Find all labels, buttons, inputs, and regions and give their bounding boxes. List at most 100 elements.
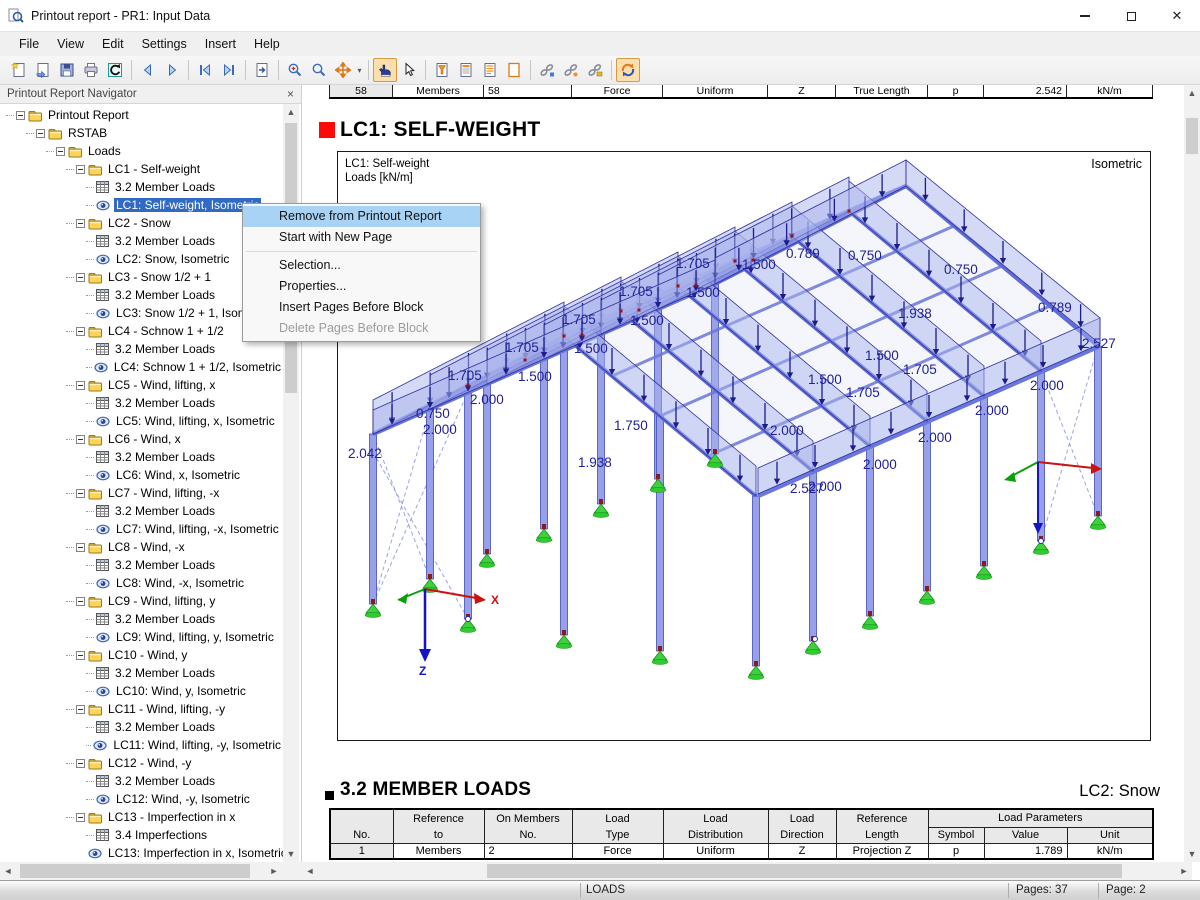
new-report-button[interactable] bbox=[7, 58, 31, 82]
tree-item-folder[interactable]: LC8 - Wind, -x bbox=[0, 538, 283, 556]
last-page-button[interactable] bbox=[217, 58, 241, 82]
link-lock-button[interactable] bbox=[583, 58, 607, 82]
tree-expander-collapse-icon[interactable] bbox=[36, 128, 45, 138]
menu-insert[interactable]: Insert bbox=[196, 34, 245, 54]
tree-item-folder[interactable]: Printout Report bbox=[0, 106, 283, 124]
menu-file[interactable]: File bbox=[10, 34, 48, 54]
tree-item-folder[interactable]: LC11 - Wind, lifting, -y bbox=[0, 700, 283, 718]
tree-item-table[interactable]: 3.2 Member Loads bbox=[0, 232, 283, 250]
tree-expander-collapse-icon[interactable] bbox=[76, 542, 85, 552]
tree-item-view[interactable]: LC2: Snow, Isometric bbox=[0, 250, 283, 268]
report-hscroll-thumb[interactable] bbox=[487, 864, 1122, 878]
menu-settings[interactable]: Settings bbox=[133, 34, 196, 54]
tree-item-folder[interactable]: LC1 - Self-weight bbox=[0, 160, 283, 178]
tree-expander-collapse-icon[interactable] bbox=[76, 812, 85, 822]
menu-view[interactable]: View bbox=[48, 34, 93, 54]
tree-item-folder[interactable]: RSTAB bbox=[0, 124, 283, 142]
select-arrow-button[interactable] bbox=[397, 58, 421, 82]
minimize-button[interactable] bbox=[1062, 0, 1108, 32]
tree-expander-collapse-icon[interactable] bbox=[76, 326, 85, 336]
tree-item-table[interactable]: 3.2 Member Loads bbox=[0, 556, 283, 574]
tree-scroll-left-icon[interactable]: ◄ bbox=[0, 862, 16, 880]
goto-page-button[interactable] bbox=[250, 58, 274, 82]
tree-item-table[interactable]: 3.2 Member Loads bbox=[0, 394, 283, 412]
menu-edit[interactable]: Edit bbox=[93, 34, 133, 54]
tree-scroll-right-icon[interactable]: ► bbox=[266, 862, 282, 880]
tree-item-folder[interactable]: LC6 - Wind, x bbox=[0, 430, 283, 448]
tree-item-table[interactable]: 3.2 Member Loads bbox=[0, 664, 283, 682]
report-scroll-up-icon[interactable]: ▲ bbox=[1184, 85, 1200, 101]
tree-item-folder[interactable]: LC4 - Schnow 1 + 1/2 bbox=[0, 322, 283, 340]
maximize-button[interactable] bbox=[1108, 0, 1154, 32]
tree-item-view[interactable]: LC11: Wind, lifting, -y, Isometric bbox=[0, 736, 283, 754]
tree-expander-collapse-icon[interactable] bbox=[76, 164, 85, 174]
tree-item-view[interactable]: LC13: Imperfection in x, Isometric bbox=[0, 844, 283, 862]
tree-item-table[interactable]: 3.2 Member Loads bbox=[0, 772, 283, 790]
pan-mode-dropdown-icon[interactable]: ▾ bbox=[355, 58, 364, 82]
sync-report-button[interactable] bbox=[616, 58, 640, 82]
tree-item-view[interactable]: LC1: Self-weight, Isometric bbox=[0, 196, 283, 214]
tree-item-folder[interactable]: LC7 - Wind, lifting, -x bbox=[0, 484, 283, 502]
hand-tool-button[interactable] bbox=[373, 58, 397, 82]
tree-item-view[interactable]: LC12: Wind, -y, Isometric bbox=[0, 790, 283, 808]
first-page-button[interactable] bbox=[193, 58, 217, 82]
open-report-button[interactable] bbox=[31, 58, 55, 82]
context-menu-item-start-with-new-page[interactable]: Start with New Page bbox=[243, 227, 480, 248]
report-vertical-scrollbar[interactable] bbox=[1184, 85, 1200, 862]
tree-expander-collapse-icon[interactable] bbox=[76, 380, 85, 390]
tree-expander-collapse-icon[interactable] bbox=[76, 272, 85, 282]
tree-item-folder[interactable]: LC9 - Wind, lifting, y bbox=[0, 592, 283, 610]
tree-expander-collapse-icon[interactable] bbox=[76, 704, 85, 714]
menu-help[interactable]: Help bbox=[245, 34, 289, 54]
zoom-out-button[interactable] bbox=[307, 58, 331, 82]
doc-header-button[interactable] bbox=[454, 58, 478, 82]
tree-item-view[interactable]: LC8: Wind, -x, Isometric bbox=[0, 574, 283, 592]
report-scroll-right-icon[interactable]: ► bbox=[1176, 862, 1192, 880]
report-vscroll-thumb[interactable] bbox=[1186, 118, 1198, 154]
tree-scroll-down-icon[interactable]: ▼ bbox=[283, 846, 299, 862]
tree-item-table[interactable]: 3.2 Member Loads bbox=[0, 718, 283, 736]
tree-item-table[interactable]: 3.2 Member Loads bbox=[0, 610, 283, 628]
tree-hscroll-thumb[interactable] bbox=[20, 864, 250, 878]
context-menu-item-properties[interactable]: Properties... bbox=[243, 276, 480, 297]
tree-expander-collapse-icon[interactable] bbox=[76, 650, 85, 660]
tree-item-view[interactable]: LC7: Wind, lifting, -x, Isometric bbox=[0, 520, 283, 538]
doc-layout-button[interactable] bbox=[478, 58, 502, 82]
tree-item-folder[interactable]: Loads bbox=[0, 142, 283, 160]
nav-forward-button[interactable] bbox=[160, 58, 184, 82]
navigator-close-icon[interactable]: × bbox=[287, 87, 294, 101]
tree-item-view[interactable]: LC4: Schnow 1 + 1/2, Isometric bbox=[0, 358, 283, 376]
close-button[interactable]: ✕ bbox=[1154, 0, 1200, 32]
tree-item-view[interactable]: LC6: Wind, x, Isometric bbox=[0, 466, 283, 484]
tree-item-table[interactable]: 3.2 Member Loads bbox=[0, 286, 283, 304]
tree-expander-collapse-icon[interactable] bbox=[56, 146, 65, 156]
print-button[interactable] bbox=[79, 58, 103, 82]
tree-item-folder[interactable]: LC13 - Imperfection in x bbox=[0, 808, 283, 826]
tree-item-view[interactable]: LC10: Wind, y, Isometric bbox=[0, 682, 283, 700]
tree-item-table[interactable]: 3.2 Member Loads bbox=[0, 178, 283, 196]
report-scroll-left-icon[interactable]: ◄ bbox=[302, 862, 318, 880]
tree-item-table[interactable]: 3.4 Imperfections bbox=[0, 826, 283, 844]
tree-item-table[interactable]: 3.2 Member Loads bbox=[0, 502, 283, 520]
context-menu-item-remove-from-printout-report[interactable]: Remove from Printout Report bbox=[243, 206, 480, 227]
tree-item-table[interactable]: 3.2 Member Loads bbox=[0, 448, 283, 466]
tree-item-folder[interactable]: LC5 - Wind, lifting, x bbox=[0, 376, 283, 394]
tree-item-view[interactable]: LC9: Wind, lifting, y, Isometric bbox=[0, 628, 283, 646]
link-insert-button[interactable] bbox=[535, 58, 559, 82]
tree-item-folder[interactable]: LC3 - Snow 1/2 + 1 bbox=[0, 268, 283, 286]
doc-blank-button[interactable] bbox=[502, 58, 526, 82]
tree-item-folder[interactable]: LC12 - Wind, -y bbox=[0, 754, 283, 772]
tree-scroll-up-icon[interactable]: ▲ bbox=[283, 104, 299, 120]
update-report-button[interactable] bbox=[103, 58, 127, 82]
tree-item-folder[interactable]: LC10 - Wind, y bbox=[0, 646, 283, 664]
tree-item-table[interactable]: 3.2 Member Loads bbox=[0, 340, 283, 358]
tree-item-folder[interactable]: LC2 - Snow bbox=[0, 214, 283, 232]
save-button[interactable] bbox=[55, 58, 79, 82]
tree-item-view[interactable]: LC3: Snow 1/2 + 1, Isometric bbox=[0, 304, 283, 322]
tree-expander-collapse-icon[interactable] bbox=[76, 596, 85, 606]
tree-expander-collapse-icon[interactable] bbox=[76, 758, 85, 768]
filter-blocks-button[interactable] bbox=[430, 58, 454, 82]
tree-expander-collapse-icon[interactable] bbox=[76, 218, 85, 228]
tree-expander-collapse-icon[interactable] bbox=[76, 434, 85, 444]
report-scroll-down-icon[interactable]: ▼ bbox=[1184, 846, 1200, 862]
